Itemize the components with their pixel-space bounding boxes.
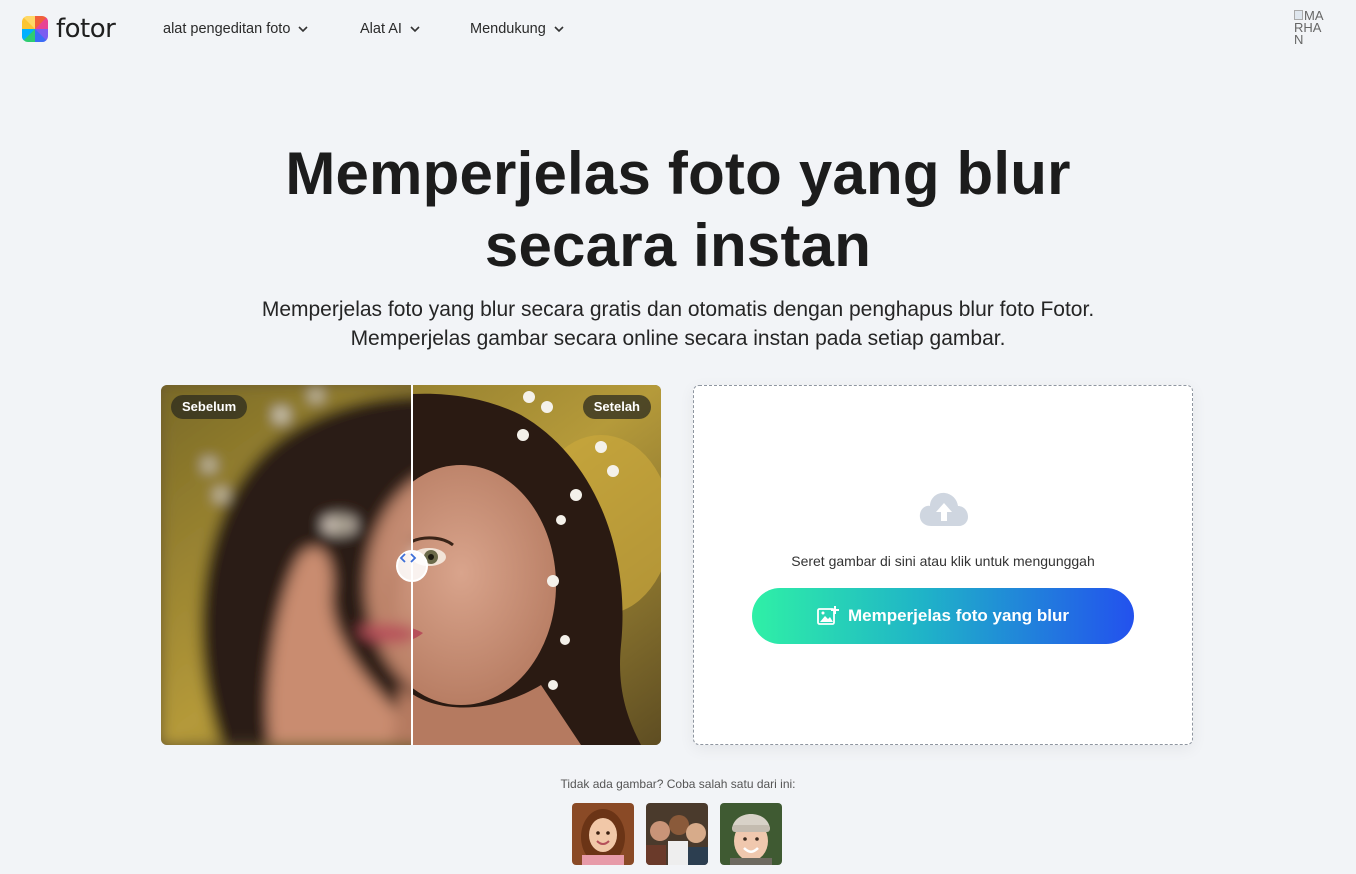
page-title-line-2: secara instan [484,212,872,279]
fotor-logo[interactable]: fotor [22,14,116,44]
before-after-comparison[interactable]: Sebelum Setelah [161,385,661,745]
unblur-photo-button-label: Memperjelas foto yang blur [847,606,1070,625]
cloud-upload-icon [919,492,968,526]
upload-hint-text: Seret gambar di sini atau klik untuk men… [791,553,1095,569]
nav-label: Alat AI [360,21,402,37]
chevron-down-icon [554,26,564,33]
sample-image-girl[interactable] [572,803,634,865]
page-subtitle-line-2: Memperjelas gambar secara online secara … [350,326,1006,350]
girl-portrait-icon [572,803,634,865]
broken-image-icon [1294,10,1303,20]
before-label: Sebelum [171,395,248,419]
top-navbar: fotor alat pengeditan foto Alat AI Mendu… [0,0,1356,60]
page-title: Memperjelas foto yang blur secara instan [178,138,1178,282]
nav-photo-editing-tools[interactable]: alat pengeditan foto [163,19,309,39]
upload-dropzone[interactable]: Seret gambar di sini atau klik untuk men… [693,385,1193,745]
chevron-down-icon [298,26,308,33]
sample-images-label: Tidak ada gambar? Coba salah satu dari i… [560,777,796,791]
fotor-logo-icon [22,16,48,42]
sample-image-group[interactable] [646,803,708,865]
woman-beanie-portrait-icon [720,803,782,865]
left-right-arrows-icon [399,553,417,563]
after-label: Setelah [582,395,651,419]
page-subtitle: Memperjelas foto yang blur secara gratis… [128,296,1228,353]
sample-image-woman-beanie[interactable] [720,803,782,865]
nav-label: Mendukung [470,21,546,37]
user-avatar[interactable]: MARHAN [1294,10,1330,46]
page-subtitle-line-1: Memperjelas foto yang blur secara gratis… [261,298,1095,321]
unblur-photo-button[interactable]: Memperjelas foto yang blur [752,588,1134,644]
nav-label: alat pengeditan foto [163,21,291,37]
image-plus-icon [817,606,839,625]
page-title-line-1: Memperjelas foto yang blur [285,140,1071,207]
group-portrait-icon [646,803,708,865]
logo-wordmark: fotor [56,14,116,44]
comparison-slider-handle[interactable] [396,550,428,582]
nav-support[interactable]: Mendukung [470,19,565,39]
nav-ai-tools[interactable]: Alat AI [360,19,421,39]
chevron-down-icon [410,26,420,33]
